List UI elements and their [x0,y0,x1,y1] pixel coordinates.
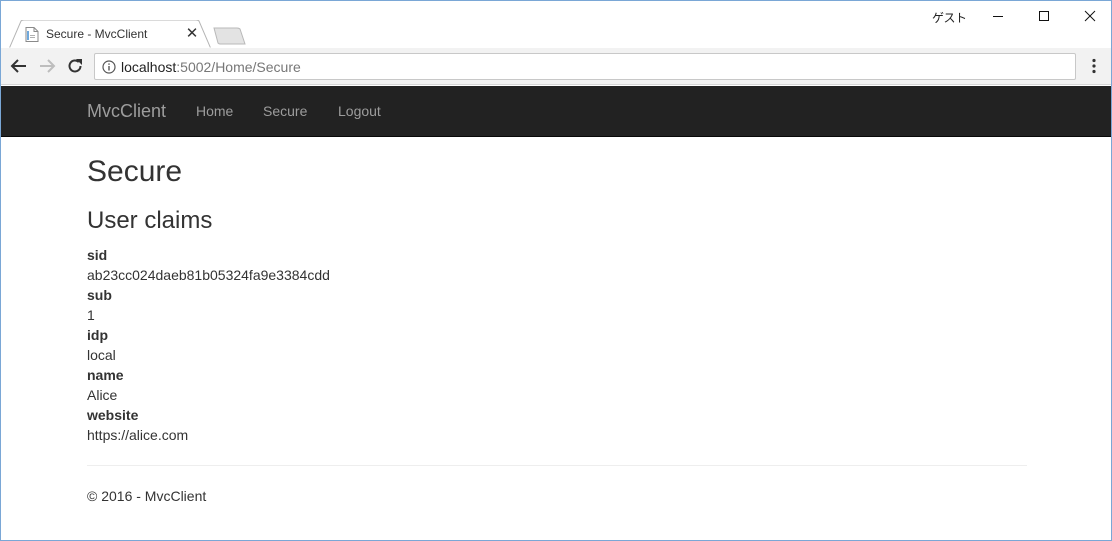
forward-button[interactable] [37,56,57,76]
title-bar: Secure - MvcClient ✕ ゲスト [1,1,1111,49]
claim-type-sid: sid [87,247,108,263]
claim-type-sub: sub [87,287,112,303]
maximize-button[interactable] [1021,1,1067,31]
nav-link-logout[interactable]: Logout [338,103,381,119]
claim-value-idp: local [87,347,116,363]
claim-type-idp: idp [87,327,108,343]
section-title: User claims [87,207,213,234]
browser-toolbar: localhost:5002/Home/Secure [1,48,1111,85]
browser-tab[interactable]: Secure - MvcClient ✕ [9,20,211,49]
tab-title: Secure - MvcClient [46,27,148,41]
minimize-button[interactable] [975,1,1021,31]
claims-list: sid ab23cc024daeb81b05324fa9e3384cdd sub… [87,245,1027,445]
minimize-icon [993,16,1003,17]
arrow-left-icon [10,59,26,73]
url-text[interactable]: localhost:5002/Home/Secure [121,59,301,75]
close-icon [1084,10,1096,22]
tab-close-icon[interactable]: ✕ [183,25,201,43]
arrow-right-icon [40,59,56,73]
navbar-brand[interactable]: MvcClient [87,101,166,122]
info-icon[interactable] [102,60,116,74]
url-host: localhost [121,59,177,75]
reload-button[interactable] [65,56,85,76]
maximize-icon [1039,11,1049,21]
claim-value-sid: ab23cc024daeb81b05324fa9e3384cdd [87,267,330,283]
back-button[interactable] [9,56,29,76]
footer-divider [87,465,1027,466]
site-navbar: MvcClient Home Secure Logout [1,86,1111,137]
claim-type-website: website [87,407,139,423]
claim-value-name: Alice [87,387,118,403]
guest-profile-label[interactable]: ゲスト [932,9,967,26]
page-favicon-icon [25,27,39,42]
page-title: Secure [87,155,183,188]
nav-link-secure[interactable]: Secure [263,103,307,119]
claim-value-website: https://alice.com [87,427,189,443]
new-tab-button[interactable] [211,27,247,45]
claim-value-sub: 1 [87,307,95,323]
reload-icon [68,59,82,73]
browser-window: Secure - MvcClient ✕ ゲスト localhost:5002/… [0,0,1112,541]
footer-text: © 2016 - MvcClient [87,488,207,504]
kebab-menu-icon [1092,58,1096,74]
url-path: :5002/Home/Secure [176,59,301,75]
nav-link-home[interactable]: Home [196,103,233,119]
address-bar[interactable]: localhost:5002/Home/Secure [94,53,1076,80]
close-window-button[interactable] [1067,1,1111,31]
browser-menu-button[interactable] [1084,56,1104,76]
claim-type-name: name [87,367,124,383]
